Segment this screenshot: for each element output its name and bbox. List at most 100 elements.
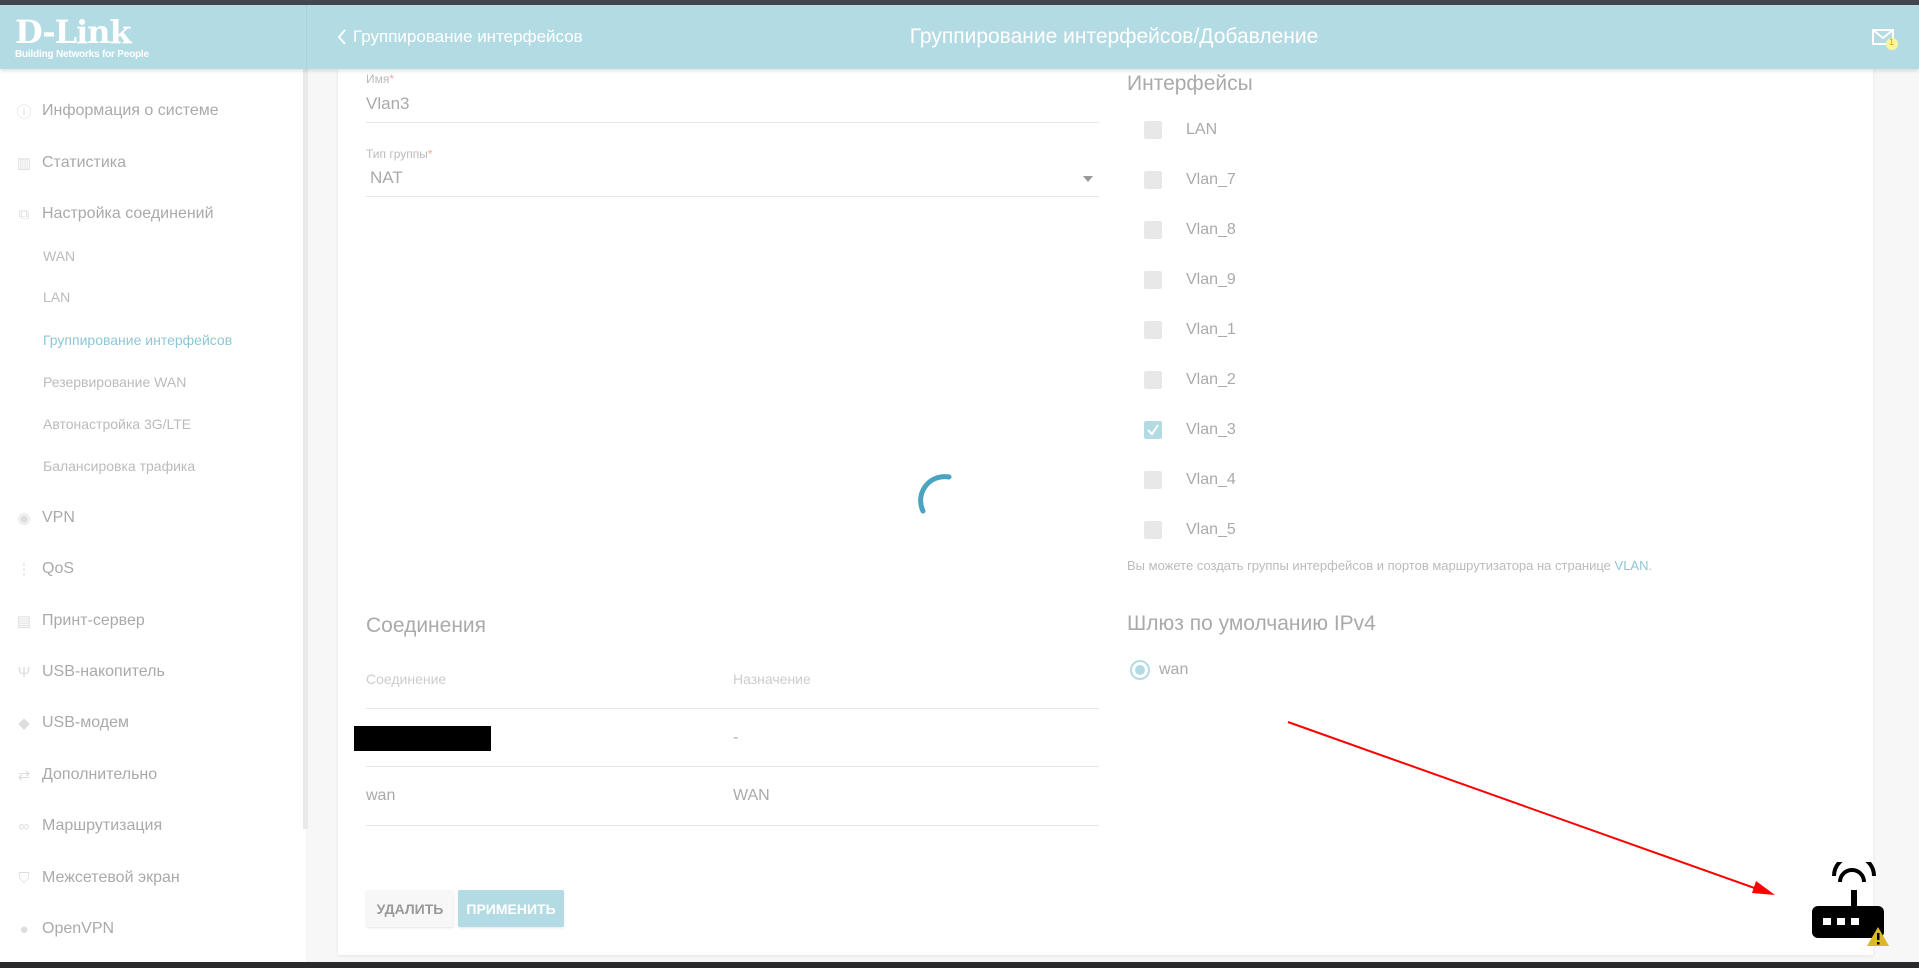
shield-icon: ⛉ — [18, 869, 30, 887]
sidebar-item-label: Принт-сервер — [42, 612, 145, 629]
info-icon: ⓘ — [16, 103, 32, 121]
sidebar-item[interactable]: Автонастройка 3G/LTE — [43, 416, 191, 432]
sidebar-item[interactable]: ◆ USB-модем — [15, 714, 129, 732]
sidebar-item-label: Маршрутизация — [42, 817, 163, 834]
checkbox[interactable] — [1144, 121, 1162, 139]
lock-icon: ◉ — [17, 510, 31, 527]
redacted-connection-name — [354, 726, 491, 751]
sidebar-item-label: OpenVPN — [42, 920, 115, 937]
sidebar-item-label: Статистика — [42, 154, 127, 171]
vlan-note: Вы можете создать группы интерфейсов и п… — [1127, 558, 1653, 573]
loading-spinner-icon — [918, 474, 952, 514]
table-cell-purpose: - — [733, 729, 739, 746]
checkbox[interactable] — [1144, 371, 1162, 389]
name-label: Имя* — [366, 72, 395, 86]
sidebar-item-label: USB-накопитель — [42, 663, 165, 680]
notifications-button[interactable]: 1 — [1872, 27, 1898, 50]
interface-label: Vlan_5 — [1186, 521, 1236, 538]
connections-title: Соединения — [366, 614, 487, 637]
sidebar-item[interactable]: ● OpenVPN — [15, 920, 114, 938]
interface-checkbox-row[interactable]: LAN — [1144, 121, 1217, 139]
interface-checkbox-row[interactable]: Vlan_8 — [1144, 221, 1236, 239]
sidebar-item[interactable]: ⓘ Информация о системе — [15, 102, 219, 121]
caret-down-icon — [1083, 176, 1093, 182]
checkbox[interactable] — [1144, 271, 1162, 289]
qos-icon: ⋮ — [16, 561, 32, 578]
interface-label: Vlan_2 — [1186, 371, 1236, 388]
openvpn-icon: ● — [19, 920, 29, 938]
apply-button[interactable]: ПРИМЕНИТЬ — [458, 890, 564, 927]
col-connection: Соединение — [366, 671, 447, 687]
sidebar-item[interactable]: ⋮ QoS — [15, 560, 75, 578]
radio-selected-icon — [1130, 660, 1150, 680]
sidebar-item-label: Межсетевой экран — [42, 869, 180, 886]
vlan-link[interactable]: VLAN — [1615, 558, 1649, 573]
interface-label: Vlan_7 — [1186, 171, 1236, 188]
sidebar-item[interactable]: Группирование интерфейсов — [43, 332, 232, 348]
interface-checkbox-row[interactable]: Vlan_9 — [1144, 271, 1236, 289]
header: D-Link Building Networks for People Груп… — [0, 5, 1919, 69]
interface-checkbox-row[interactable]: Vlan_4 — [1144, 471, 1236, 489]
usb-icon: Ψ — [17, 663, 31, 681]
group-type-underline — [366, 196, 1099, 197]
interface-checkbox-row[interactable]: Vlan_2 — [1144, 371, 1236, 389]
notification-count: 1 — [1889, 37, 1895, 47]
page-title: Группирование интерфейсов/Добавление — [909, 25, 1319, 48]
checkbox[interactable] — [1144, 471, 1162, 489]
sidebar-item[interactable]: ⧉ Настройка соединений — [15, 205, 214, 223]
interface-label: Vlan_3 — [1186, 421, 1236, 438]
table-cell-connection[interactable]: wan — [366, 787, 395, 805]
interface-checkbox-row[interactable]: Vlan_3 — [1144, 421, 1236, 439]
table-cell-purpose: WAN — [733, 787, 770, 804]
delete-button[interactable]: УДАЛИТЬ — [366, 890, 454, 927]
sidebar-item[interactable]: Балансировка трафика — [43, 458, 195, 474]
group-type-select[interactable]: NAT — [366, 168, 1099, 196]
content-card — [338, 69, 1873, 955]
interface-checkbox-row[interactable]: Vlan_1 — [1144, 321, 1236, 339]
chart-icon: ▥ — [16, 155, 32, 172]
sidebar-scrollbar[interactable] — [303, 69, 308, 829]
gateway-radio-wan[interactable]: wan — [1129, 659, 1188, 681]
routing-icon: ∞ — [18, 817, 30, 835]
mail-icon — [1872, 29, 1898, 50]
arrows-icon: ⇄ — [17, 767, 31, 784]
sidebar-item[interactable]: ▤ Принт-сервер — [15, 612, 145, 630]
sidebar-item-label: Информация о системе — [42, 102, 219, 119]
gateway-title: Шлюз по умолчанию IPv4 — [1127, 612, 1376, 635]
name-underline — [366, 122, 1099, 123]
window-bottom-bar — [0, 962, 1919, 968]
sidebar-item-label: Дополнительно — [42, 766, 158, 783]
sidebar-item[interactable]: ∞ Маршрутизация — [15, 817, 162, 835]
checkbox[interactable] — [1144, 171, 1162, 189]
router-warning-icon[interactable] — [1810, 862, 1890, 948]
sidebar-item[interactable]: WAN — [43, 248, 75, 264]
interface-label: Vlan_9 — [1186, 271, 1236, 288]
sidebar-item[interactable]: ◉ VPN — [15, 509, 75, 527]
interface-checkbox-row[interactable]: Vlan_7 — [1144, 171, 1236, 189]
sidebar-item-label: QoS — [42, 560, 75, 577]
interface-checkbox-row[interactable]: Vlan_5 — [1144, 521, 1236, 539]
table-divider — [366, 825, 1099, 826]
sidebar-item[interactable]: ⛉ Межсетевой экран — [15, 869, 180, 887]
sidebar-item-label: USB-модем — [42, 714, 130, 731]
table-divider — [366, 766, 1099, 767]
checkbox[interactable] — [1144, 321, 1162, 339]
sidebar-item[interactable]: Резервирование WAN — [43, 374, 186, 390]
name-input[interactable]: Vlan3 — [366, 94, 1099, 122]
interface-label: Vlan_1 — [1186, 321, 1236, 338]
sidebar-item[interactable]: Ψ USB-накопитель — [15, 663, 165, 681]
sidebar-item-label: Настройка соединений — [42, 205, 214, 222]
checkbox[interactable] — [1144, 421, 1162, 439]
sidebar-item[interactable]: ▥ Статистика — [15, 154, 126, 172]
checkmark-icon — [1147, 424, 1159, 436]
group-type-label: Тип группы* — [366, 147, 433, 161]
checkbox[interactable] — [1144, 521, 1162, 539]
connections-icon: ⧉ — [18, 205, 30, 223]
sidebar-item[interactable]: LAN — [43, 289, 70, 305]
interface-label: Vlan_4 — [1186, 471, 1236, 488]
interface-label: LAN — [1186, 121, 1218, 138]
sidebar-item-label: VPN — [42, 509, 75, 526]
interfaces-title: Интерфейсы — [1127, 72, 1253, 95]
sidebar-item[interactable]: ⇄ Дополнительно — [15, 766, 157, 784]
checkbox[interactable] — [1144, 221, 1162, 239]
